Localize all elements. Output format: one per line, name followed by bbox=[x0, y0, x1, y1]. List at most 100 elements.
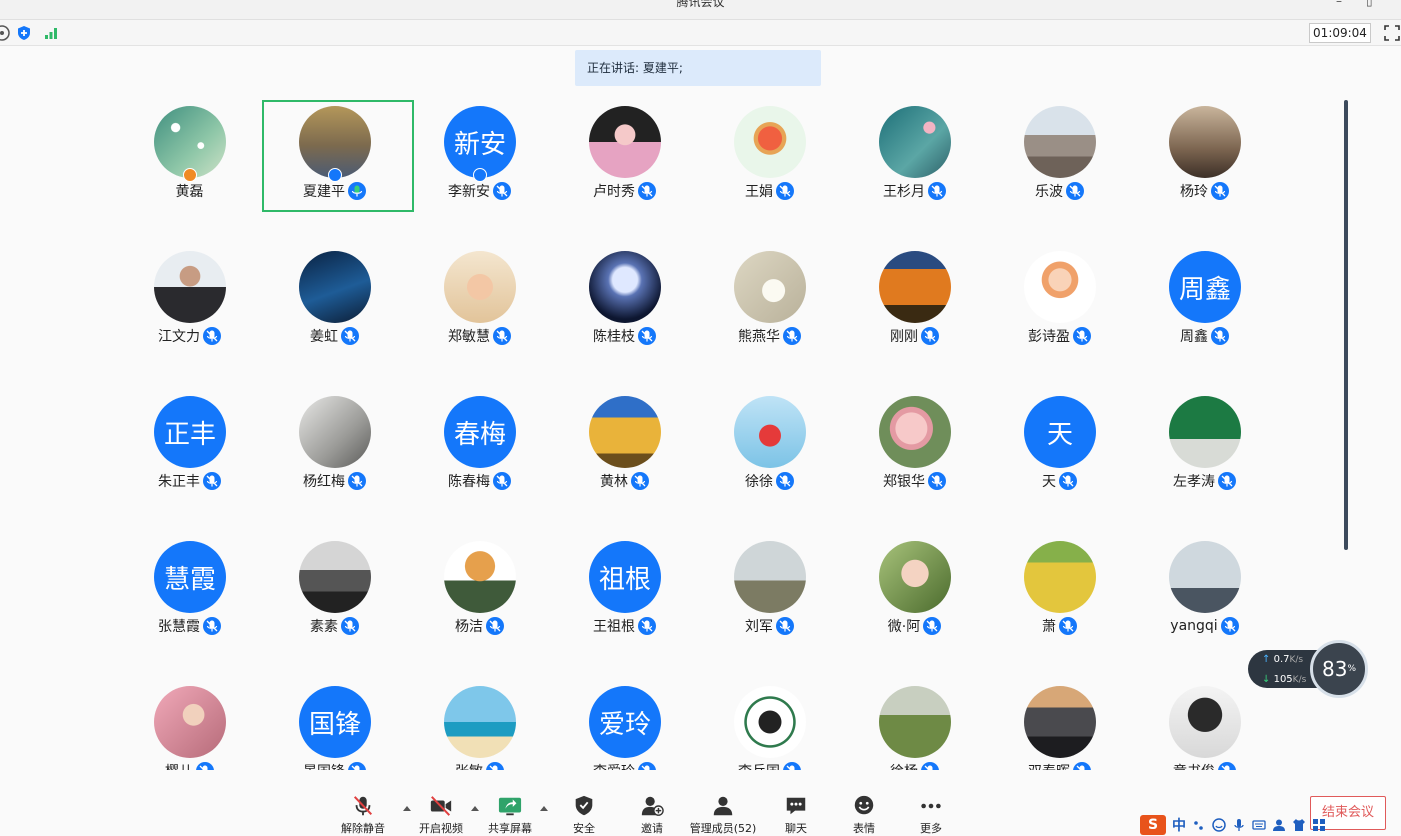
participant-name: 张敏 bbox=[455, 761, 483, 770]
participant-tile[interactable]: 双泰晖 bbox=[987, 680, 1132, 770]
grid-scrollbar[interactable] bbox=[1344, 100, 1348, 550]
participant-tile[interactable]: 徐杨 bbox=[842, 680, 987, 770]
participant-name-row: 杨玲 bbox=[1132, 180, 1277, 202]
sogou-ime-icon[interactable]: S bbox=[1140, 815, 1166, 835]
participant-tile[interactable]: 姜虹 bbox=[262, 245, 407, 390]
participant-tile[interactable]: 黄林 bbox=[552, 390, 697, 535]
participant-tile[interactable]: 章书俊 bbox=[1132, 680, 1277, 770]
security-shield-icon[interactable] bbox=[16, 25, 32, 41]
share-screen-button[interactable]: 共享屏幕 bbox=[486, 794, 534, 836]
participant-tile[interactable]: 王娟 bbox=[697, 100, 842, 245]
signal-strength-icon[interactable] bbox=[43, 25, 59, 41]
share-label: 共享屏幕 bbox=[488, 822, 532, 835]
user-ime-icon[interactable] bbox=[1272, 818, 1286, 832]
participant-name-row: 李新安 bbox=[407, 180, 552, 202]
ime-language-toggle[interactable]: 中 bbox=[1172, 815, 1186, 835]
participant-tile[interactable]: 萧 bbox=[987, 535, 1132, 680]
participant-tile[interactable]: 周鑫 周鑫 bbox=[1132, 245, 1277, 390]
participant-tile[interactable]: 夏建平 bbox=[262, 100, 414, 245]
participant-tile[interactable]: 左孝涛 bbox=[1132, 390, 1277, 535]
upload-value: 0.7 bbox=[1273, 654, 1290, 665]
participant-tile[interactable]: 熊燕华 bbox=[697, 245, 842, 390]
participant-name: 李爱玲 bbox=[593, 761, 635, 770]
chevron-up-icon[interactable] bbox=[539, 804, 549, 812]
participant-tile[interactable]: 刚刚 bbox=[842, 245, 987, 390]
participant-tile[interactable]: 慧霞 张慧霞 bbox=[117, 535, 262, 680]
participant-name-row: 徐徐 bbox=[697, 470, 842, 492]
participant-name: 王娟 bbox=[745, 184, 773, 200]
participant-name: 郑银华 bbox=[883, 474, 925, 490]
avatar-initials: 国锋 bbox=[299, 686, 371, 758]
participant-tile[interactable]: 杨玲 bbox=[1132, 100, 1277, 245]
voice-input-icon[interactable] bbox=[1232, 818, 1246, 832]
participant-tile[interactable]: 春梅 陈春梅 bbox=[407, 390, 552, 535]
avatar-photo bbox=[879, 686, 951, 758]
participant-tile[interactable]: 爱玲李爱玲 bbox=[552, 680, 697, 770]
participant-name: 晏国锋 bbox=[303, 761, 345, 770]
participant-grid: 黄磊 夏建平 新安 李新安 卢时秀王娟 王杉月 乐波 杨玲江文力 姜虹 郑敏慧 陈桂枝 熊燕华 刚刚 彭诗… bbox=[117, 100, 1277, 770]
participant-tile[interactable]: 微·阿 bbox=[842, 535, 987, 680]
minimize-icon[interactable]: – bbox=[1336, 0, 1342, 8]
toolbox-grid-icon[interactable] bbox=[1312, 818, 1326, 832]
unmute-button[interactable]: 解除静音 bbox=[340, 794, 386, 836]
participant-tile[interactable]: 张敏 bbox=[407, 680, 552, 770]
participant-tile[interactable]: 彭诗盈 bbox=[987, 245, 1132, 390]
keyboard-icon[interactable] bbox=[1252, 818, 1266, 832]
chevron-up-icon[interactable] bbox=[402, 804, 412, 812]
mic-icon bbox=[638, 182, 656, 200]
participant-tile[interactable]: 陈桂枝 bbox=[552, 245, 697, 390]
more-button[interactable]: 更多 bbox=[917, 794, 945, 836]
network-monitor[interactable]: ↑ 0.7K/s ↓ 105K/s 83% bbox=[1248, 640, 1368, 698]
participant-tile[interactable]: 乐波 bbox=[987, 100, 1132, 245]
chat-button[interactable]: 聊天 bbox=[782, 794, 810, 836]
participant-tile[interactable]: 江文力 bbox=[117, 245, 262, 390]
participant-tile[interactable]: 李兵国 bbox=[697, 680, 842, 770]
skin-shirt-icon[interactable] bbox=[1292, 818, 1306, 832]
participant-tile[interactable]: 素素 bbox=[262, 535, 407, 680]
info-icon[interactable] bbox=[0, 25, 10, 41]
members-icon bbox=[713, 796, 733, 816]
participant-tile[interactable]: 卢时秀 bbox=[552, 100, 697, 245]
emoji-button[interactable]: 表情 bbox=[850, 794, 878, 836]
restore-icon[interactable]: ▯ bbox=[1366, 0, 1373, 8]
fullscreen-icon[interactable] bbox=[1384, 25, 1400, 41]
participant-tile[interactable]: 郑银华 bbox=[842, 390, 987, 535]
more-label: 更多 bbox=[920, 822, 942, 835]
participant-tile[interactable]: 新安 李新安 bbox=[407, 100, 552, 245]
avatar-photo bbox=[154, 251, 226, 323]
participant-tile[interactable]: 王杉月 bbox=[842, 100, 987, 245]
participant-tile[interactable]: 杨红梅 bbox=[262, 390, 407, 535]
mic-icon bbox=[493, 472, 511, 490]
avatar-photo bbox=[879, 251, 951, 323]
participant-name: 微·阿 bbox=[887, 619, 921, 635]
participant-tile[interactable]: 郑敏慧 bbox=[407, 245, 552, 390]
participant-name-row: 张敏 bbox=[407, 760, 552, 770]
participant-name-row: 左孝涛 bbox=[1132, 470, 1277, 492]
participant-tile[interactable]: 刘军 bbox=[697, 535, 842, 680]
participant-tile[interactable]: 祖根 王祖根 bbox=[552, 535, 697, 680]
participant-tile[interactable]: 徐徐 bbox=[697, 390, 842, 535]
participant-tile[interactable]: 樱儿 bbox=[117, 680, 262, 770]
video-label: 开启视频 bbox=[419, 822, 463, 835]
start-video-button[interactable]: 开启视频 bbox=[418, 794, 464, 836]
participant-tile[interactable]: 黄磊 bbox=[117, 100, 262, 245]
punctuation-icon[interactable] bbox=[1192, 818, 1206, 832]
invite-button[interactable]: 邀请 bbox=[638, 794, 666, 836]
participant-name-row: 郑银华 bbox=[842, 470, 987, 492]
avatar-photo bbox=[589, 251, 661, 323]
mic-icon bbox=[1059, 472, 1077, 490]
avatar-photo bbox=[734, 106, 806, 178]
manage-members-button[interactable]: 管理成员(52) bbox=[690, 794, 756, 836]
participant-name-row: 张慧霞 bbox=[117, 615, 262, 637]
participant-tile[interactable]: 天天 bbox=[987, 390, 1132, 535]
participant-name-row: 樱儿 bbox=[117, 760, 262, 770]
participant-name: 李兵国 bbox=[738, 761, 780, 770]
security-button[interactable]: 安全 bbox=[570, 794, 598, 836]
participant-tile[interactable]: 杨洁 bbox=[407, 535, 552, 680]
participant-name-row: 陈春梅 bbox=[407, 470, 552, 492]
chevron-up-icon[interactable] bbox=[470, 804, 480, 812]
emoji-ime-icon[interactable] bbox=[1212, 818, 1226, 832]
participant-name: 陈春梅 bbox=[448, 474, 490, 490]
participant-tile[interactable]: 正丰 朱正丰 bbox=[117, 390, 262, 535]
participant-tile[interactable]: 国锋晏国锋 bbox=[262, 680, 407, 770]
